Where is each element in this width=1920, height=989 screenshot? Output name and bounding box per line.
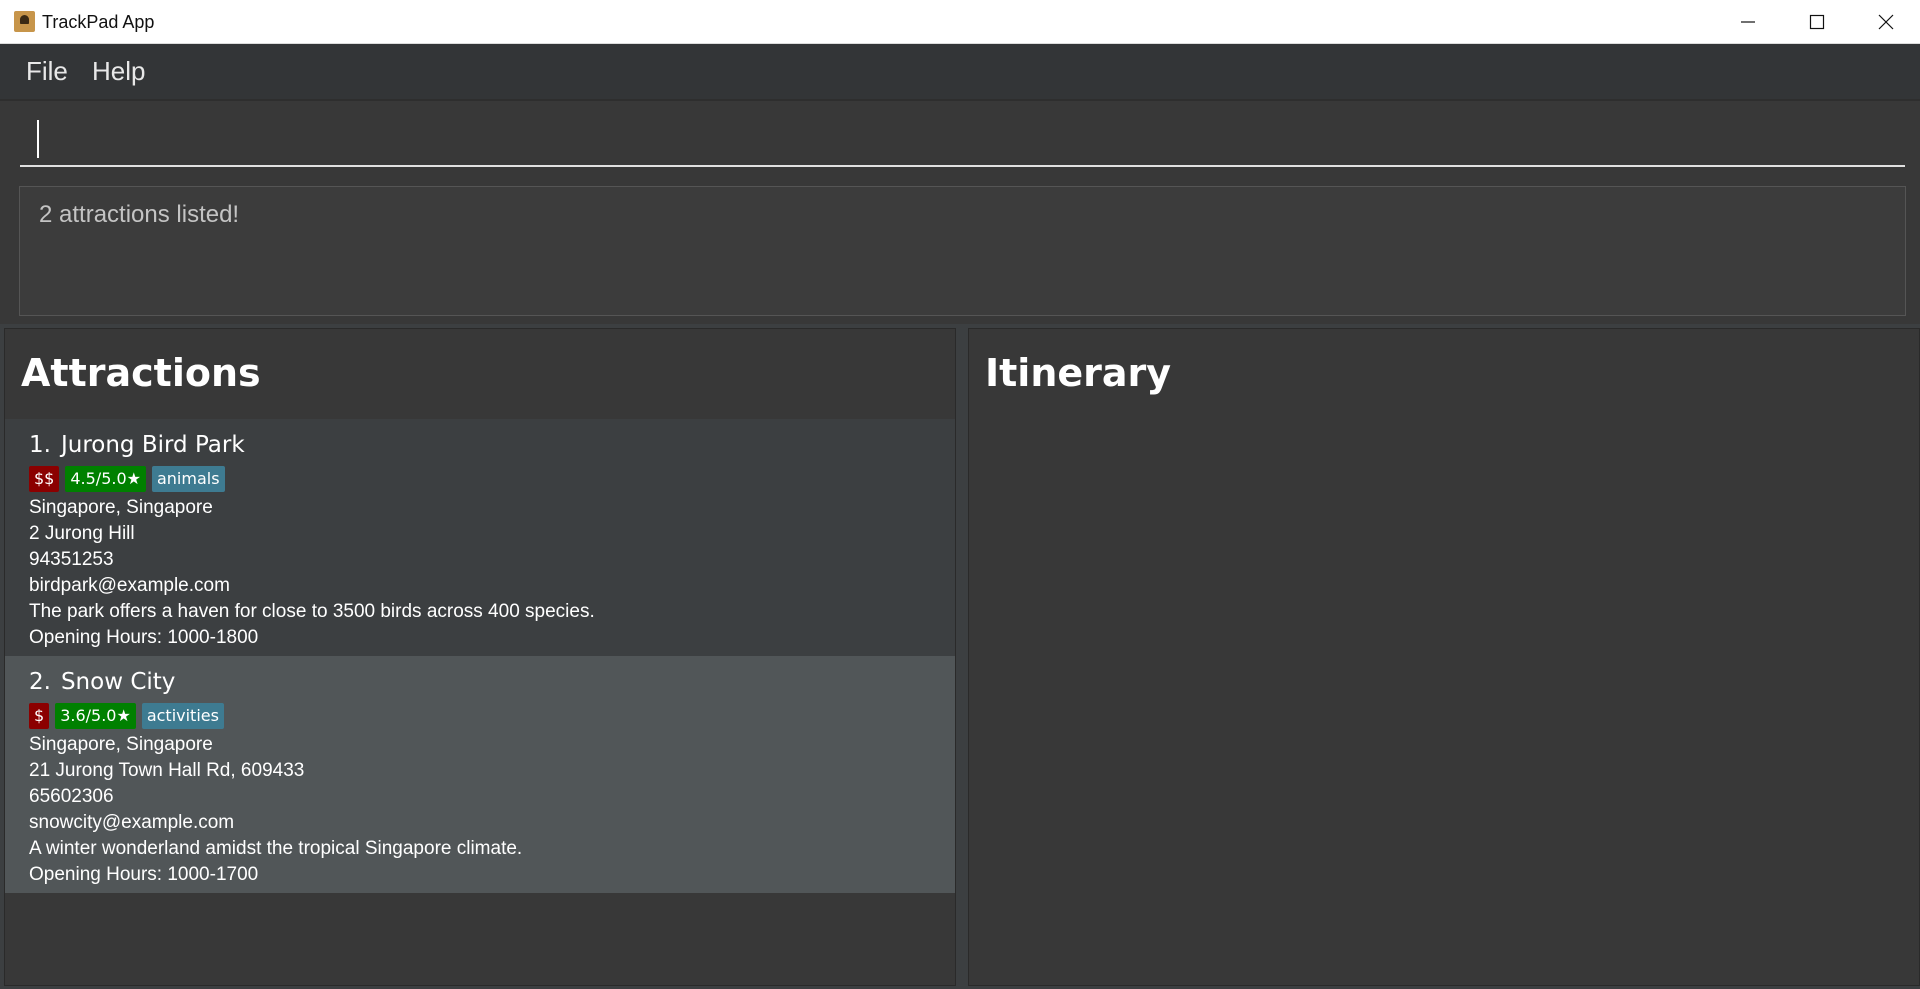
attraction-list[interactable]: 1. Jurong Bird Park $$ 4.5/5.0★ animals S… bbox=[5, 419, 955, 893]
close-icon bbox=[1878, 14, 1894, 30]
tag-row: $ 3.6/5.0★ activities bbox=[29, 702, 955, 730]
app-icon bbox=[14, 11, 35, 32]
attraction-name: Snow City bbox=[60, 669, 176, 695]
attraction-card[interactable]: 1. Jurong Bird Park $$ 4.5/5.0★ animals S… bbox=[5, 419, 955, 656]
minimize-button[interactable] bbox=[1713, 0, 1783, 44]
window-title: TrackPad App bbox=[42, 12, 155, 32]
attraction-name: Jurong Bird Park bbox=[60, 432, 245, 458]
maximize-icon bbox=[1809, 14, 1825, 30]
maximize-button[interactable] bbox=[1782, 0, 1852, 44]
result-display: 2 attractions listed! bbox=[19, 186, 1906, 316]
attraction-index: 2. bbox=[29, 669, 51, 695]
attraction-email: birdpark@example.com bbox=[29, 575, 230, 596]
attraction-address: 21 Jurong Town Hall Rd, 609433 bbox=[29, 760, 305, 781]
attraction-email: snowcity@example.com bbox=[29, 812, 235, 833]
itinerary-title: Itinerary bbox=[985, 351, 1172, 395]
menu-bar: File Help bbox=[0, 44, 1920, 99]
attraction-location: Singapore, Singapore bbox=[29, 734, 213, 755]
attraction-phone: 65602306 bbox=[29, 786, 114, 807]
rating-tag: 3.6/5.0★ bbox=[55, 703, 136, 729]
price-tag: $ bbox=[29, 703, 50, 729]
price-tag: $$ bbox=[29, 466, 60, 492]
category-tag: animals bbox=[151, 466, 225, 492]
attraction-hours: Opening Hours: 1000-1700 bbox=[29, 864, 259, 885]
attraction-card-selected[interactable]: 2. Snow City $ 3.6/5.0★ activities Singap… bbox=[5, 656, 955, 893]
attraction-name-row: 2. Snow City bbox=[29, 666, 955, 698]
attractions-panel: Attractions 1. Jurong Bird Park $$ 4.5/5.… bbox=[4, 328, 956, 986]
attraction-description: The park offers a haven for close to 350… bbox=[29, 601, 595, 622]
attraction-hours: Opening Hours: 1000-1800 bbox=[29, 627, 259, 648]
attraction-description: A winter wonderland amidst the tropical … bbox=[29, 838, 523, 859]
tag-row: $$ 4.5/5.0★ animals bbox=[29, 465, 955, 493]
command-input[interactable] bbox=[20, 107, 1905, 167]
attraction-address: 2 Jurong Hill bbox=[29, 523, 135, 544]
attraction-location: Singapore, Singapore bbox=[29, 497, 213, 518]
text-caret bbox=[37, 120, 39, 158]
attraction-index: 1. bbox=[29, 432, 51, 458]
menu-help[interactable]: Help bbox=[92, 44, 145, 99]
attraction-phone: 94351253 bbox=[29, 549, 114, 570]
title-bar: TrackPad App bbox=[0, 0, 1920, 44]
rating-tag: 4.5/5.0★ bbox=[65, 466, 146, 492]
command-box bbox=[0, 99, 1920, 176]
result-display-area: 2 attractions listed! bbox=[0, 176, 1920, 324]
close-button[interactable] bbox=[1851, 0, 1920, 44]
result-message: 2 attractions listed! bbox=[39, 201, 240, 228]
minimize-icon bbox=[1741, 21, 1755, 23]
menu-file[interactable]: File bbox=[26, 44, 68, 99]
category-tag: activities bbox=[141, 703, 224, 729]
itinerary-panel: Itinerary bbox=[968, 328, 1920, 986]
attractions-title: Attractions bbox=[21, 351, 261, 395]
attraction-name-row: 1. Jurong Bird Park bbox=[29, 429, 955, 461]
